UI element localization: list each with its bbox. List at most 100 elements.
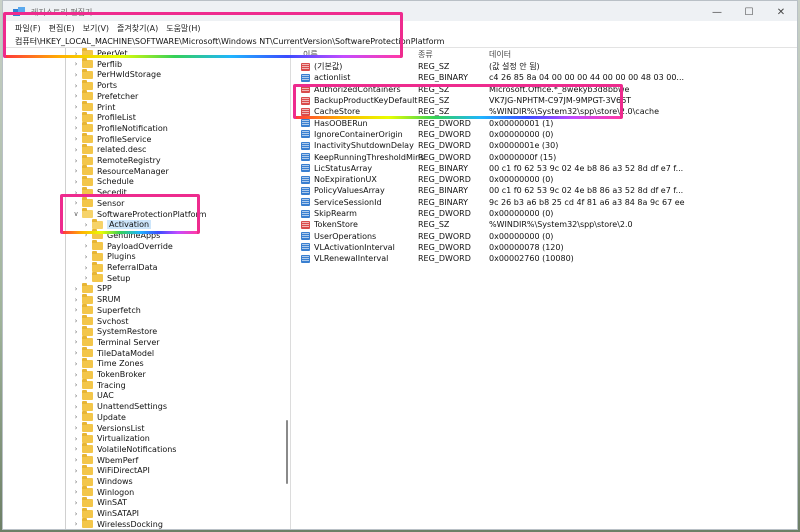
chevron-right-icon[interactable]: › — [82, 221, 90, 229]
close-button[interactable]: ✕ — [765, 1, 797, 23]
value-row[interactable]: AuthorizedContainers REG_SZ Microsoft.Offi… — [293, 84, 797, 95]
chevron-right-icon[interactable]: › — [72, 60, 80, 68]
chevron-right-icon[interactable]: › — [72, 317, 80, 325]
chevron-right-icon[interactable]: › — [72, 71, 80, 79]
chevron-right-icon[interactable]: › — [82, 242, 90, 250]
tree-item[interactable]: › SPP — [72, 282, 112, 294]
chevron-right-icon[interactable]: › — [72, 296, 80, 304]
chevron-right-icon[interactable]: › — [72, 146, 80, 154]
value-row[interactable]: UserOperations REG_DWORD 0x00000000 (0) — [293, 231, 797, 242]
values-list-panel[interactable]: 이름 종류 데이터 (기본값) REG_SZ (값 설정 안 됨) actionlis… — [293, 48, 797, 529]
chevron-right-icon[interactable]: › — [72, 424, 80, 432]
chevron-right-icon[interactable]: › — [72, 371, 80, 379]
chevron-right-icon[interactable]: › — [72, 306, 80, 314]
tree-item[interactable]: › Plugins — [82, 250, 136, 262]
chevron-right-icon[interactable]: › — [72, 338, 80, 346]
tree-item[interactable]: › UAC — [72, 389, 114, 401]
tree-item[interactable]: › SRUM — [72, 293, 120, 305]
chevron-right-icon[interactable]: › — [72, 520, 80, 528]
menu-favorites[interactable]: 즐겨찾기(A) — [117, 23, 158, 34]
chevron-right-icon[interactable]: › — [72, 478, 80, 486]
chevron-right-icon[interactable]: › — [72, 435, 80, 443]
column-header-data[interactable]: 데이터 — [489, 49, 511, 60]
tree-item[interactable]: › Svchost — [72, 315, 128, 327]
chevron-right-icon[interactable]: › — [72, 50, 80, 58]
chevron-right-icon[interactable]: › — [72, 349, 80, 357]
chevron-right-icon[interactable]: › — [72, 189, 80, 197]
value-row[interactable]: CacheStore REG_SZ %WINDIR%\System32\spp\st… — [293, 106, 797, 117]
chevron-right-icon[interactable]: › — [72, 167, 80, 175]
menu-view[interactable]: 보기(V) — [83, 23, 109, 34]
chevron-right-icon[interactable]: › — [82, 253, 90, 261]
tree-item[interactable]: › PeerVet — [72, 48, 128, 59]
chevron-right-icon[interactable]: › — [72, 124, 80, 132]
value-row[interactable]: IgnoreContainerOrigin REG_DWORD 0x00000000… — [293, 129, 797, 140]
tree-item[interactable]: › WirelessDocking — [72, 518, 163, 529]
chevron-right-icon[interactable]: › — [72, 328, 80, 336]
tree-item[interactable]: › VolatileNotifications — [72, 443, 176, 455]
chevron-down-icon[interactable]: ∨ — [72, 210, 80, 218]
chevron-right-icon[interactable]: › — [82, 274, 90, 282]
chevron-right-icon[interactable]: › — [72, 114, 80, 122]
value-row[interactable]: HasOOBERun REG_DWORD 0x00000001 (1) — [293, 118, 797, 129]
value-row[interactable]: PolicyValuesArray REG_BINARY 00 c1 f0 62 5… — [293, 185, 797, 196]
tree-item[interactable]: › Print — [72, 101, 115, 113]
menu-help[interactable]: 도움말(H) — [166, 23, 200, 34]
chevron-right-icon[interactable]: › — [72, 360, 80, 368]
menu-file[interactable]: 파일(F) — [15, 23, 41, 34]
tree-item[interactable]: › PerHwIdStorage — [72, 68, 161, 80]
minimize-button[interactable]: — — [701, 1, 733, 23]
chevron-right-icon[interactable]: › — [72, 467, 80, 475]
maximize-button[interactable]: ☐ — [733, 1, 765, 23]
tree-item[interactable]: › Setup — [82, 272, 130, 284]
tree-item[interactable]: › Secedit — [72, 186, 127, 198]
chevron-right-icon[interactable]: › — [72, 285, 80, 293]
tree-item[interactable]: › Winlogon — [72, 486, 134, 498]
key-tree-panel[interactable]: › PeerVet › Perflib › PerHwIdStorage › Ports › Pr… — [3, 48, 291, 529]
chevron-right-icon[interactable]: › — [82, 264, 90, 272]
value-row[interactable]: NoExpirationUX REG_DWORD 0x00000000 (0) — [293, 174, 797, 185]
tree-item[interactable]: › VersionsList — [72, 422, 145, 434]
tree-item[interactable]: › ResourceManager — [72, 165, 169, 177]
value-row[interactable]: ServiceSessionId REG_BINARY 9c 26 b3 a6 b8… — [293, 197, 797, 208]
tree-item[interactable]: › ProfileService — [72, 133, 151, 145]
tree-item[interactable]: › related.desc — [72, 143, 146, 155]
tree-item[interactable]: › TileDataModel — [72, 347, 154, 359]
menu-edit[interactable]: 편집(E) — [49, 23, 75, 34]
chevron-right-icon[interactable]: › — [72, 199, 80, 207]
chevron-right-icon[interactable]: › — [72, 499, 80, 507]
tree-item[interactable]: › PayloadOverride — [82, 240, 173, 252]
tree-item[interactable]: › Schedule — [72, 175, 134, 187]
tree-item[interactable]: › Time Zones — [72, 357, 144, 369]
chevron-right-icon[interactable]: › — [72, 178, 80, 186]
chevron-right-icon[interactable]: › — [72, 403, 80, 411]
value-row[interactable]: InactivityShutdownDelay REG_DWORD 0x000000… — [293, 140, 797, 151]
tree-item[interactable]: ∨ SoftwareProtectionPlatform — [72, 208, 206, 220]
address-bar[interactable]: 컴퓨터\HKEY_LOCAL_MACHINE\SOFTWARE\Microsof… — [3, 35, 797, 48]
value-row[interactable]: VLRenewalInterval REG_DWORD 0x00002760 (10… — [293, 253, 797, 264]
value-row[interactable]: VLActivationInterval REG_DWORD 0x00000078 … — [293, 242, 797, 253]
chevron-right-icon[interactable]: › — [72, 392, 80, 400]
chevron-right-icon[interactable]: › — [82, 231, 90, 239]
chevron-right-icon[interactable]: › — [72, 488, 80, 496]
tree-item[interactable]: › WiFiDirectAPI — [72, 464, 150, 476]
value-row[interactable]: BackupProductKeyDefault REG_SZ VK7JG-NPHTM… — [293, 95, 797, 106]
value-row[interactable]: actionlist REG_BINARY c4 26 85 8a 04 00 00… — [293, 72, 797, 83]
chevron-right-icon[interactable]: › — [72, 103, 80, 111]
value-row[interactable]: SkipRearm REG_DWORD 0x00000000 (0) — [293, 208, 797, 219]
tree-item[interactable]: › Perflib — [72, 58, 122, 70]
chevron-right-icon[interactable]: › — [72, 135, 80, 143]
tree-item[interactable]: › Ports — [72, 79, 117, 91]
chevron-right-icon[interactable]: › — [72, 445, 80, 453]
column-header-name[interactable]: 이름 — [303, 49, 318, 60]
value-row[interactable]: LicStatusArray REG_BINARY 00 c1 f0 62 53 9… — [293, 163, 797, 174]
chevron-right-icon[interactable]: › — [72, 413, 80, 421]
tree-item[interactable]: › WbemPerf — [72, 454, 138, 466]
column-header-type[interactable]: 종류 — [418, 49, 433, 60]
chevron-right-icon[interactable]: › — [72, 92, 80, 100]
value-row[interactable]: (기본값) REG_SZ (값 설정 안 됨) — [293, 61, 797, 72]
tree-item[interactable]: › Sensor — [72, 197, 124, 209]
tree-scrollbar[interactable] — [286, 420, 288, 484]
chevron-right-icon[interactable]: › — [72, 157, 80, 165]
chevron-right-icon[interactable]: › — [72, 381, 80, 389]
